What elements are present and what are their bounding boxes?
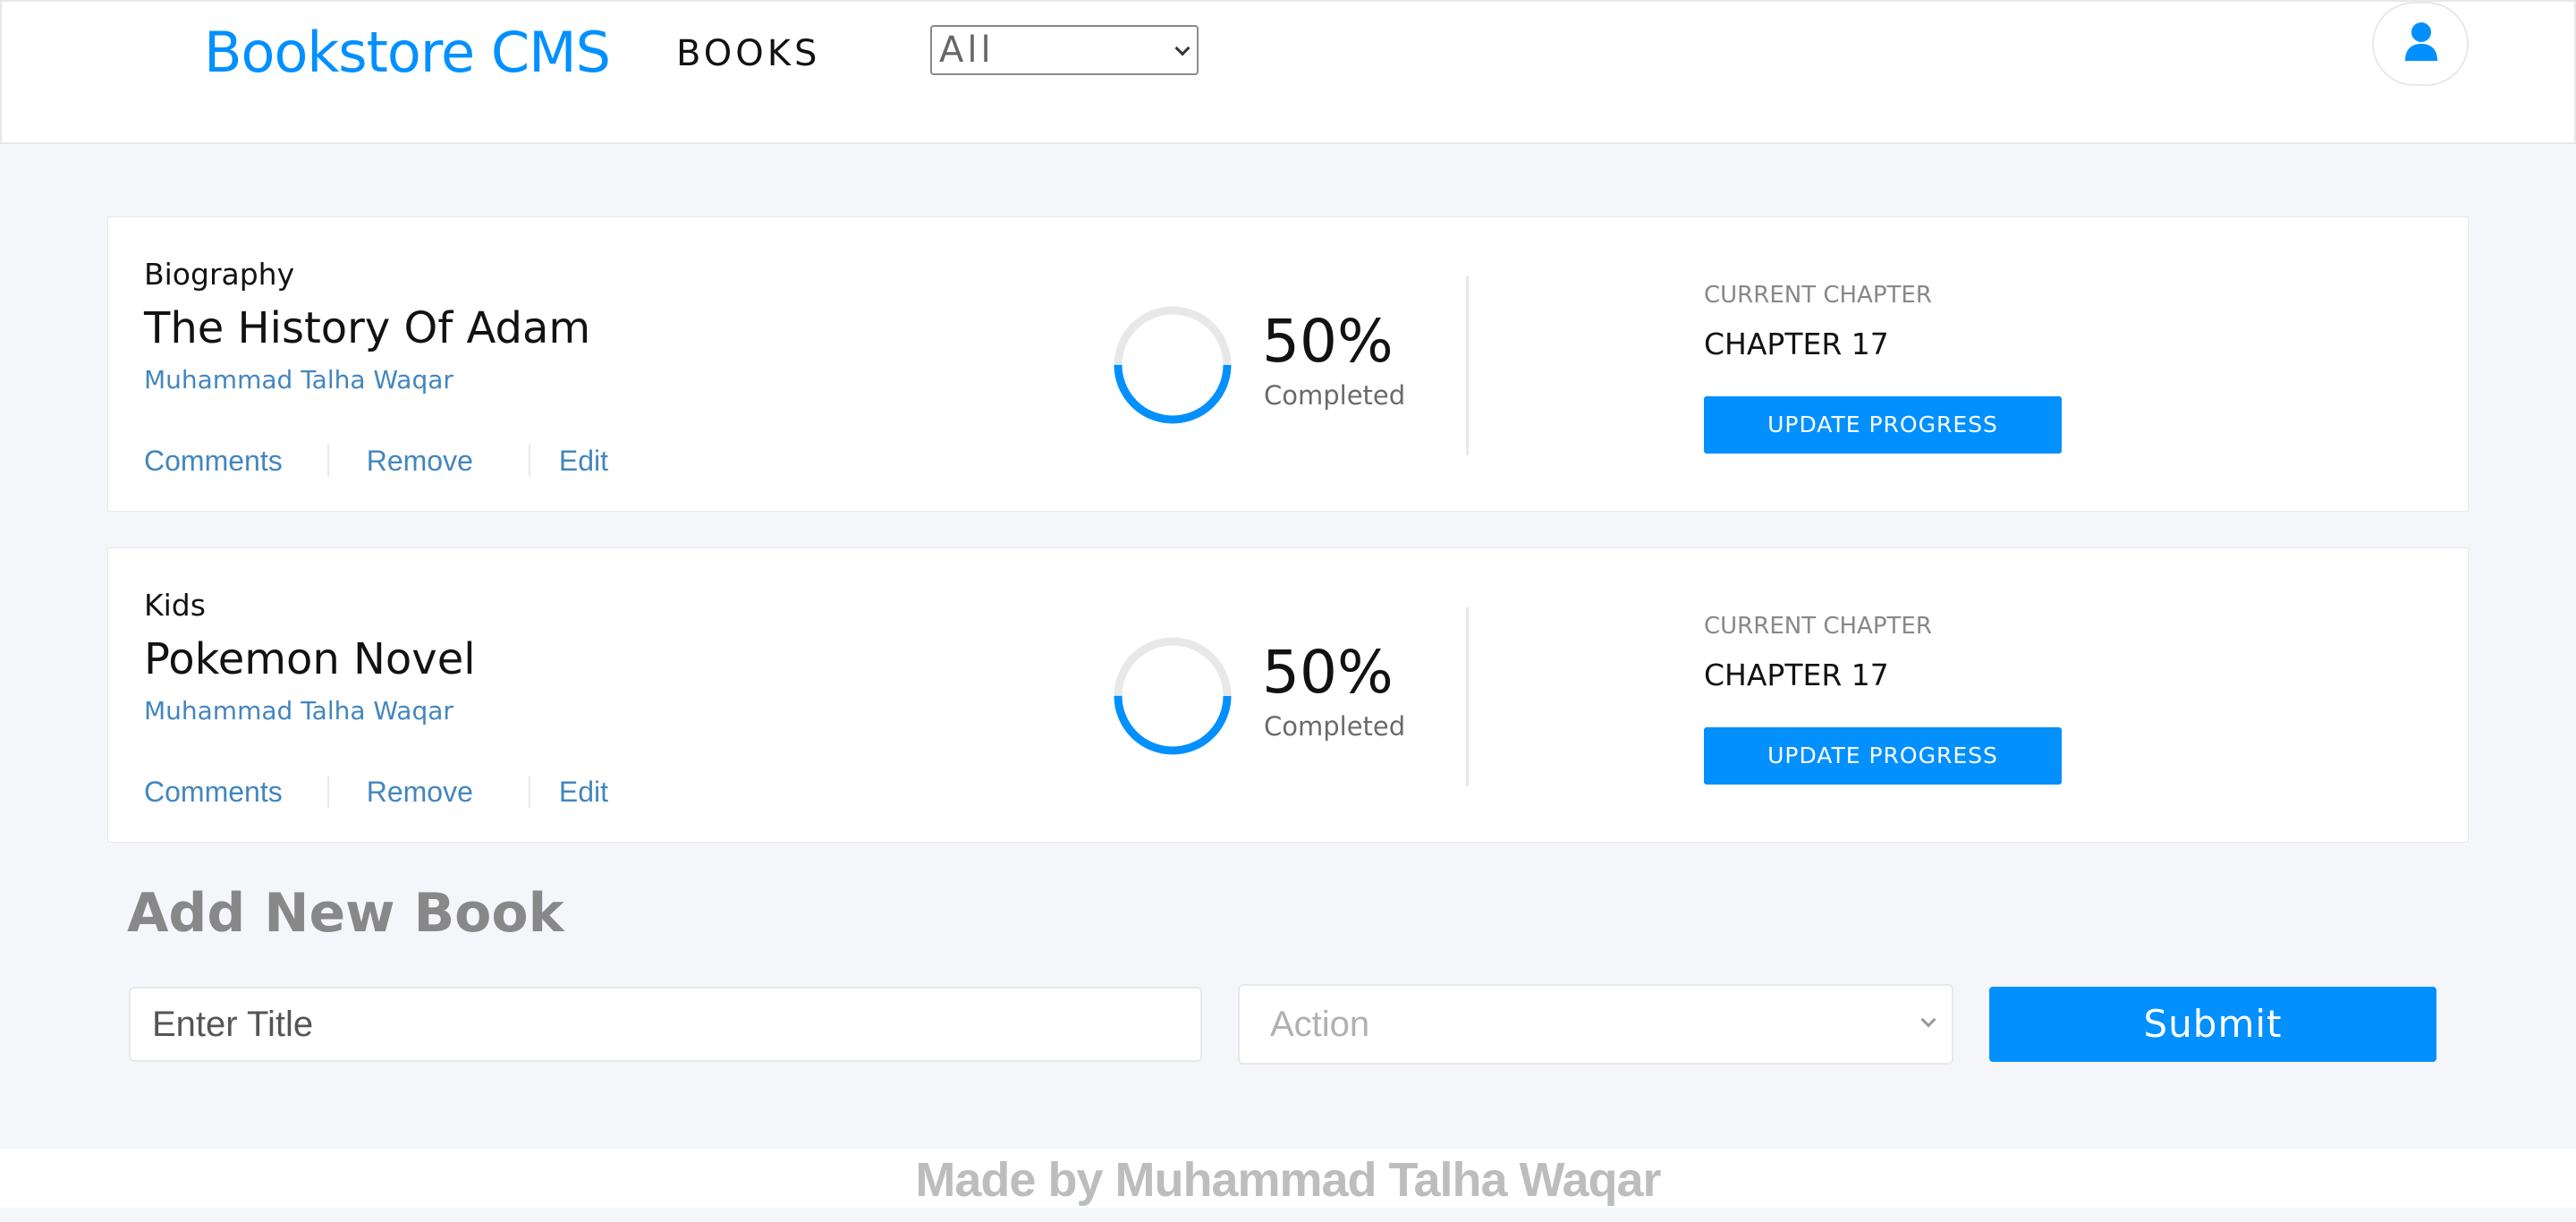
- book-title: Pokemon Novel: [144, 634, 476, 684]
- current-chapter-label: CURRENT CHAPTER: [1704, 613, 1932, 640]
- book-actions: Comments Remove Edit: [144, 774, 608, 810]
- chevron-down-icon: [1174, 40, 1191, 56]
- edit-button[interactable]: Edit: [559, 445, 608, 478]
- book-title: The History Of Adam: [144, 303, 591, 353]
- progress-ring: [1114, 637, 1232, 755]
- book-card: Biography The History Of Adam Muhammad T…: [107, 216, 2469, 512]
- user-avatar-button[interactable]: [2372, 2, 2469, 86]
- brand-logo[interactable]: Bookstore CMS: [204, 14, 611, 91]
- remove-button[interactable]: Remove: [367, 445, 473, 478]
- comments-button[interactable]: Comments: [144, 445, 283, 478]
- footer: Made by Muhammad Talha Waqar: [0, 1149, 2576, 1208]
- section-divider: [1466, 607, 1469, 786]
- book-author[interactable]: Muhammad Talha Waqar: [144, 696, 453, 726]
- action-divider: [326, 776, 329, 808]
- book-actions: Comments Remove Edit: [144, 443, 608, 479]
- current-chapter-label: CURRENT CHAPTER: [1704, 282, 1932, 309]
- remove-button[interactable]: Remove: [367, 776, 473, 809]
- category-filter-select[interactable]: All: [930, 25, 1199, 75]
- action-divider: [528, 776, 530, 808]
- current-chapter-value: CHAPTER 17: [1704, 327, 1889, 361]
- add-book-heading: Add New Book: [127, 882, 564, 945]
- chevron-down-icon: [1920, 1012, 1936, 1028]
- progress-percent: 50%: [1262, 638, 1394, 707]
- submit-button[interactable]: Submit: [1989, 987, 2436, 1062]
- book-card: Kids Pokemon Novel Muhammad Talha Waqar …: [107, 547, 2469, 843]
- header: Bookstore CMS BOOKS All: [0, 0, 2576, 144]
- comments-button[interactable]: Comments: [144, 776, 283, 809]
- title-input[interactable]: [129, 987, 1202, 1062]
- action-divider: [528, 445, 530, 477]
- progress-completed-label: Completed: [1264, 711, 1406, 742]
- update-progress-button[interactable]: UPDATE PROGRESS: [1704, 727, 2062, 785]
- user-icon: [2405, 22, 2437, 61]
- progress-ring: [1114, 306, 1232, 424]
- category-select[interactable]: Action: [1238, 984, 1953, 1065]
- book-genre: Biography: [144, 257, 295, 292]
- edit-button[interactable]: Edit: [559, 776, 608, 809]
- book-author[interactable]: Muhammad Talha Waqar: [144, 365, 453, 395]
- category-select-placeholder: Action: [1270, 1005, 1370, 1044]
- nav-books-link[interactable]: BOOKS: [676, 27, 820, 81]
- update-progress-button[interactable]: UPDATE PROGRESS: [1704, 396, 2062, 454]
- book-genre: Kids: [144, 588, 206, 623]
- section-divider: [1466, 276, 1469, 455]
- progress-percent: 50%: [1262, 307, 1394, 376]
- category-filter-value: All: [939, 30, 995, 71]
- progress-completed-label: Completed: [1264, 380, 1406, 411]
- footer-credit: Made by Muhammad Talha Waqar: [915, 1153, 1661, 1207]
- action-divider: [326, 445, 329, 477]
- current-chapter-value: CHAPTER 17: [1704, 658, 1889, 692]
